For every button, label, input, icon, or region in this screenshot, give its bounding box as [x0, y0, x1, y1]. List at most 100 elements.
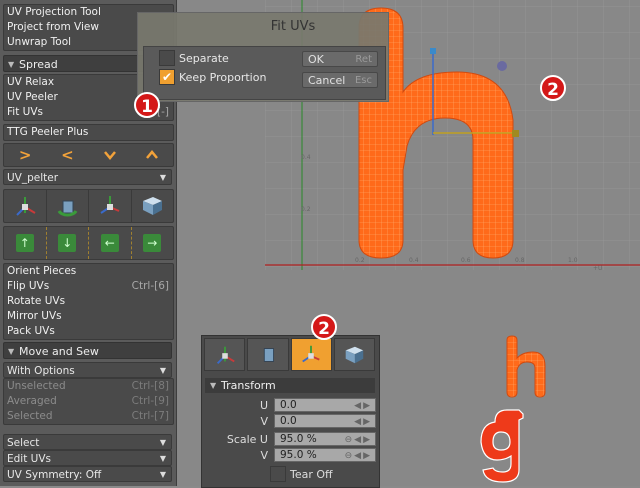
flip-uvs-shortcut: Ctrl-[6]: [131, 280, 169, 292]
ttg-peeler-plus-button[interactable]: TTG Peeler Plus: [4, 125, 173, 140]
u-value: 0.0: [280, 399, 297, 411]
uv-pelter-dropdown[interactable]: UV_pelter ▼: [3, 169, 172, 185]
arrow-down-button[interactable]: [89, 144, 131, 166]
gizmo-handle-u: [512, 130, 519, 137]
sew-selected-label: Selected: [7, 410, 53, 422]
sew-selected-button[interactable]: Selected Ctrl-[7]: [4, 409, 173, 424]
move-down-button[interactable]: ↓: [47, 227, 89, 259]
pack-uvs-button[interactable]: Pack UVs: [4, 324, 173, 339]
uv-cube-icon: [143, 197, 163, 215]
scale-v-value: 95.0 %: [280, 449, 317, 461]
separate-label: Separate: [179, 52, 229, 65]
rotate-uvs-label: Rotate UVs: [7, 295, 66, 307]
sew-unselected-button[interactable]: Unselected Ctrl-[8]: [4, 379, 173, 394]
rotate-uvs-button[interactable]: Rotate UVs: [4, 294, 173, 309]
axis-label-x-02: 0.2: [355, 257, 365, 264]
ok-button[interactable]: OK Ret: [302, 51, 378, 67]
uv-symmetry-dropdown[interactable]: UV Symmetry: Off ▼: [3, 466, 172, 482]
with-options-label: With Options: [7, 365, 75, 377]
sew-averaged-button[interactable]: Averaged Ctrl-[9]: [4, 394, 173, 409]
arrow-left-button[interactable]: <: [46, 144, 88, 166]
uv-transform-tool-button[interactable]: [4, 190, 47, 222]
scale-u-input[interactable]: 95.0 % ⊖◀▶: [274, 432, 376, 446]
tab-rotate[interactable]: [247, 338, 289, 371]
transform-header[interactable]: ▼ Transform: [205, 378, 375, 393]
field-control-icon: ◀▶: [354, 401, 372, 411]
tear-off-label: Tear Off: [290, 468, 333, 481]
uv-rotate-icon: [57, 200, 78, 217]
dialog-title: Fit UVs: [270, 19, 316, 34]
u-input[interactable]: 0.0 ◀▶: [274, 398, 376, 412]
keep-proportion-checkbox[interactable]: ✔: [159, 69, 175, 85]
sew-unselected-shortcut: Ctrl-[8]: [131, 380, 169, 392]
ok-key-hint: Ret: [355, 54, 372, 65]
move-and-sew-header[interactable]: ▼ Move and Sew: [3, 342, 172, 359]
uv-tools-row: [3, 189, 174, 223]
move-arrows-bar: > <: [3, 143, 174, 167]
field-v: V 0.0 ◀▶: [204, 414, 378, 429]
separate-option[interactable]: Separate: [159, 50, 229, 67]
arrow-right-button[interactable]: >: [4, 144, 46, 166]
orient-pieces-button[interactable]: Orient Pieces: [4, 264, 173, 279]
fit-uvs-dialog: Fit UVs Separate ✔ Keep Proportion OK Ret…: [137, 12, 389, 102]
keep-proportion-option[interactable]: ✔ Keep Proportion: [159, 69, 266, 86]
mirror-uvs-button[interactable]: Mirror UVs: [4, 309, 173, 324]
chevron-down-icon: [103, 151, 116, 160]
uv-symmetry-label: UV Symmetry: Off: [7, 469, 102, 481]
scale-u-label: Scale U: [226, 433, 268, 446]
uv-pin-tool-button[interactable]: [89, 190, 132, 222]
move-right-button[interactable]: →: [132, 227, 174, 259]
uv-transform-icon: [16, 197, 36, 216]
arrow-down-icon: ↓: [58, 234, 77, 252]
uv-rotate-tool-button[interactable]: [47, 190, 89, 222]
u-label: U: [259, 399, 268, 412]
sew-unselected-label: Unselected: [7, 380, 66, 392]
cancel-key-hint: Esc: [354, 75, 372, 86]
cancel-button[interactable]: Cancel Esc: [302, 72, 378, 88]
move-left-button[interactable]: ←: [89, 227, 132, 259]
scale-v-input[interactable]: 95.0 % ⊖◀▶: [274, 448, 376, 462]
arrow-left-icon: ←: [100, 234, 119, 252]
v-input[interactable]: 0.0 ◀▶: [274, 414, 376, 428]
select-dropdown[interactable]: Select ▼: [3, 434, 172, 450]
tab-transform[interactable]: [204, 338, 246, 371]
axis-label-y-02: 0.2: [301, 206, 311, 213]
tear-off-checkbox[interactable]: [270, 466, 286, 482]
fit-uvs-label: Fit UVs: [7, 106, 43, 118]
separate-checkbox[interactable]: [159, 50, 175, 66]
callout-badge-2-panel: 2: [311, 314, 337, 340]
dropdown-arrow-icon: ▼: [159, 173, 166, 182]
move-up-button[interactable]: ↑: [4, 227, 47, 259]
pack-uvs-label: Pack UVs: [7, 325, 55, 337]
field-control-icon: ⊖◀▶: [344, 435, 372, 445]
tear-off-option[interactable]: Tear Off: [270, 466, 333, 483]
flip-uvs-button[interactable]: Flip UVs Ctrl-[6]: [4, 279, 173, 294]
tab-cube[interactable]: [333, 338, 375, 371]
ok-button-label: OK: [308, 53, 324, 66]
arrow-up-icon: ↑: [15, 234, 34, 252]
uv-pin-icon: [302, 345, 320, 362]
transform-header-label: Transform: [221, 379, 276, 392]
arrow-up-button[interactable]: [131, 144, 173, 166]
axis-label-x-04: 0.4: [409, 257, 419, 264]
uv-cube-tool-button[interactable]: [132, 190, 174, 222]
field-scale-u: Scale U 95.0 % ⊖◀▶: [204, 432, 378, 447]
move-and-sew-label: Move and Sew: [19, 345, 99, 358]
with-options-dropdown[interactable]: With Options ▼: [3, 362, 172, 378]
arrow-right-icon: →: [143, 234, 162, 252]
orient-pieces-label: Orient Pieces: [7, 265, 77, 277]
flip-uvs-label: Flip UVs: [7, 280, 50, 292]
field-control-icon: ◀▶: [354, 417, 372, 427]
collapse-triangle-icon: ▼: [8, 60, 15, 69]
gizmo-handle-v: [430, 48, 436, 54]
tab-pin[interactable]: [290, 338, 332, 371]
dropdown-arrow-icon: ▼: [159, 438, 166, 447]
axis-label-y-04: 0.4: [301, 154, 311, 161]
uv-rotate-icon: [263, 347, 274, 362]
edit-uvs-dropdown[interactable]: Edit UVs ▼: [3, 450, 172, 466]
collapse-triangle-icon: ▼: [210, 381, 217, 390]
axis-label-plus-u: +U: [593, 265, 602, 272]
v-value: 0.0: [280, 415, 297, 427]
chevron-up-icon: [145, 150, 158, 159]
uv-pin-icon: [100, 196, 120, 214]
